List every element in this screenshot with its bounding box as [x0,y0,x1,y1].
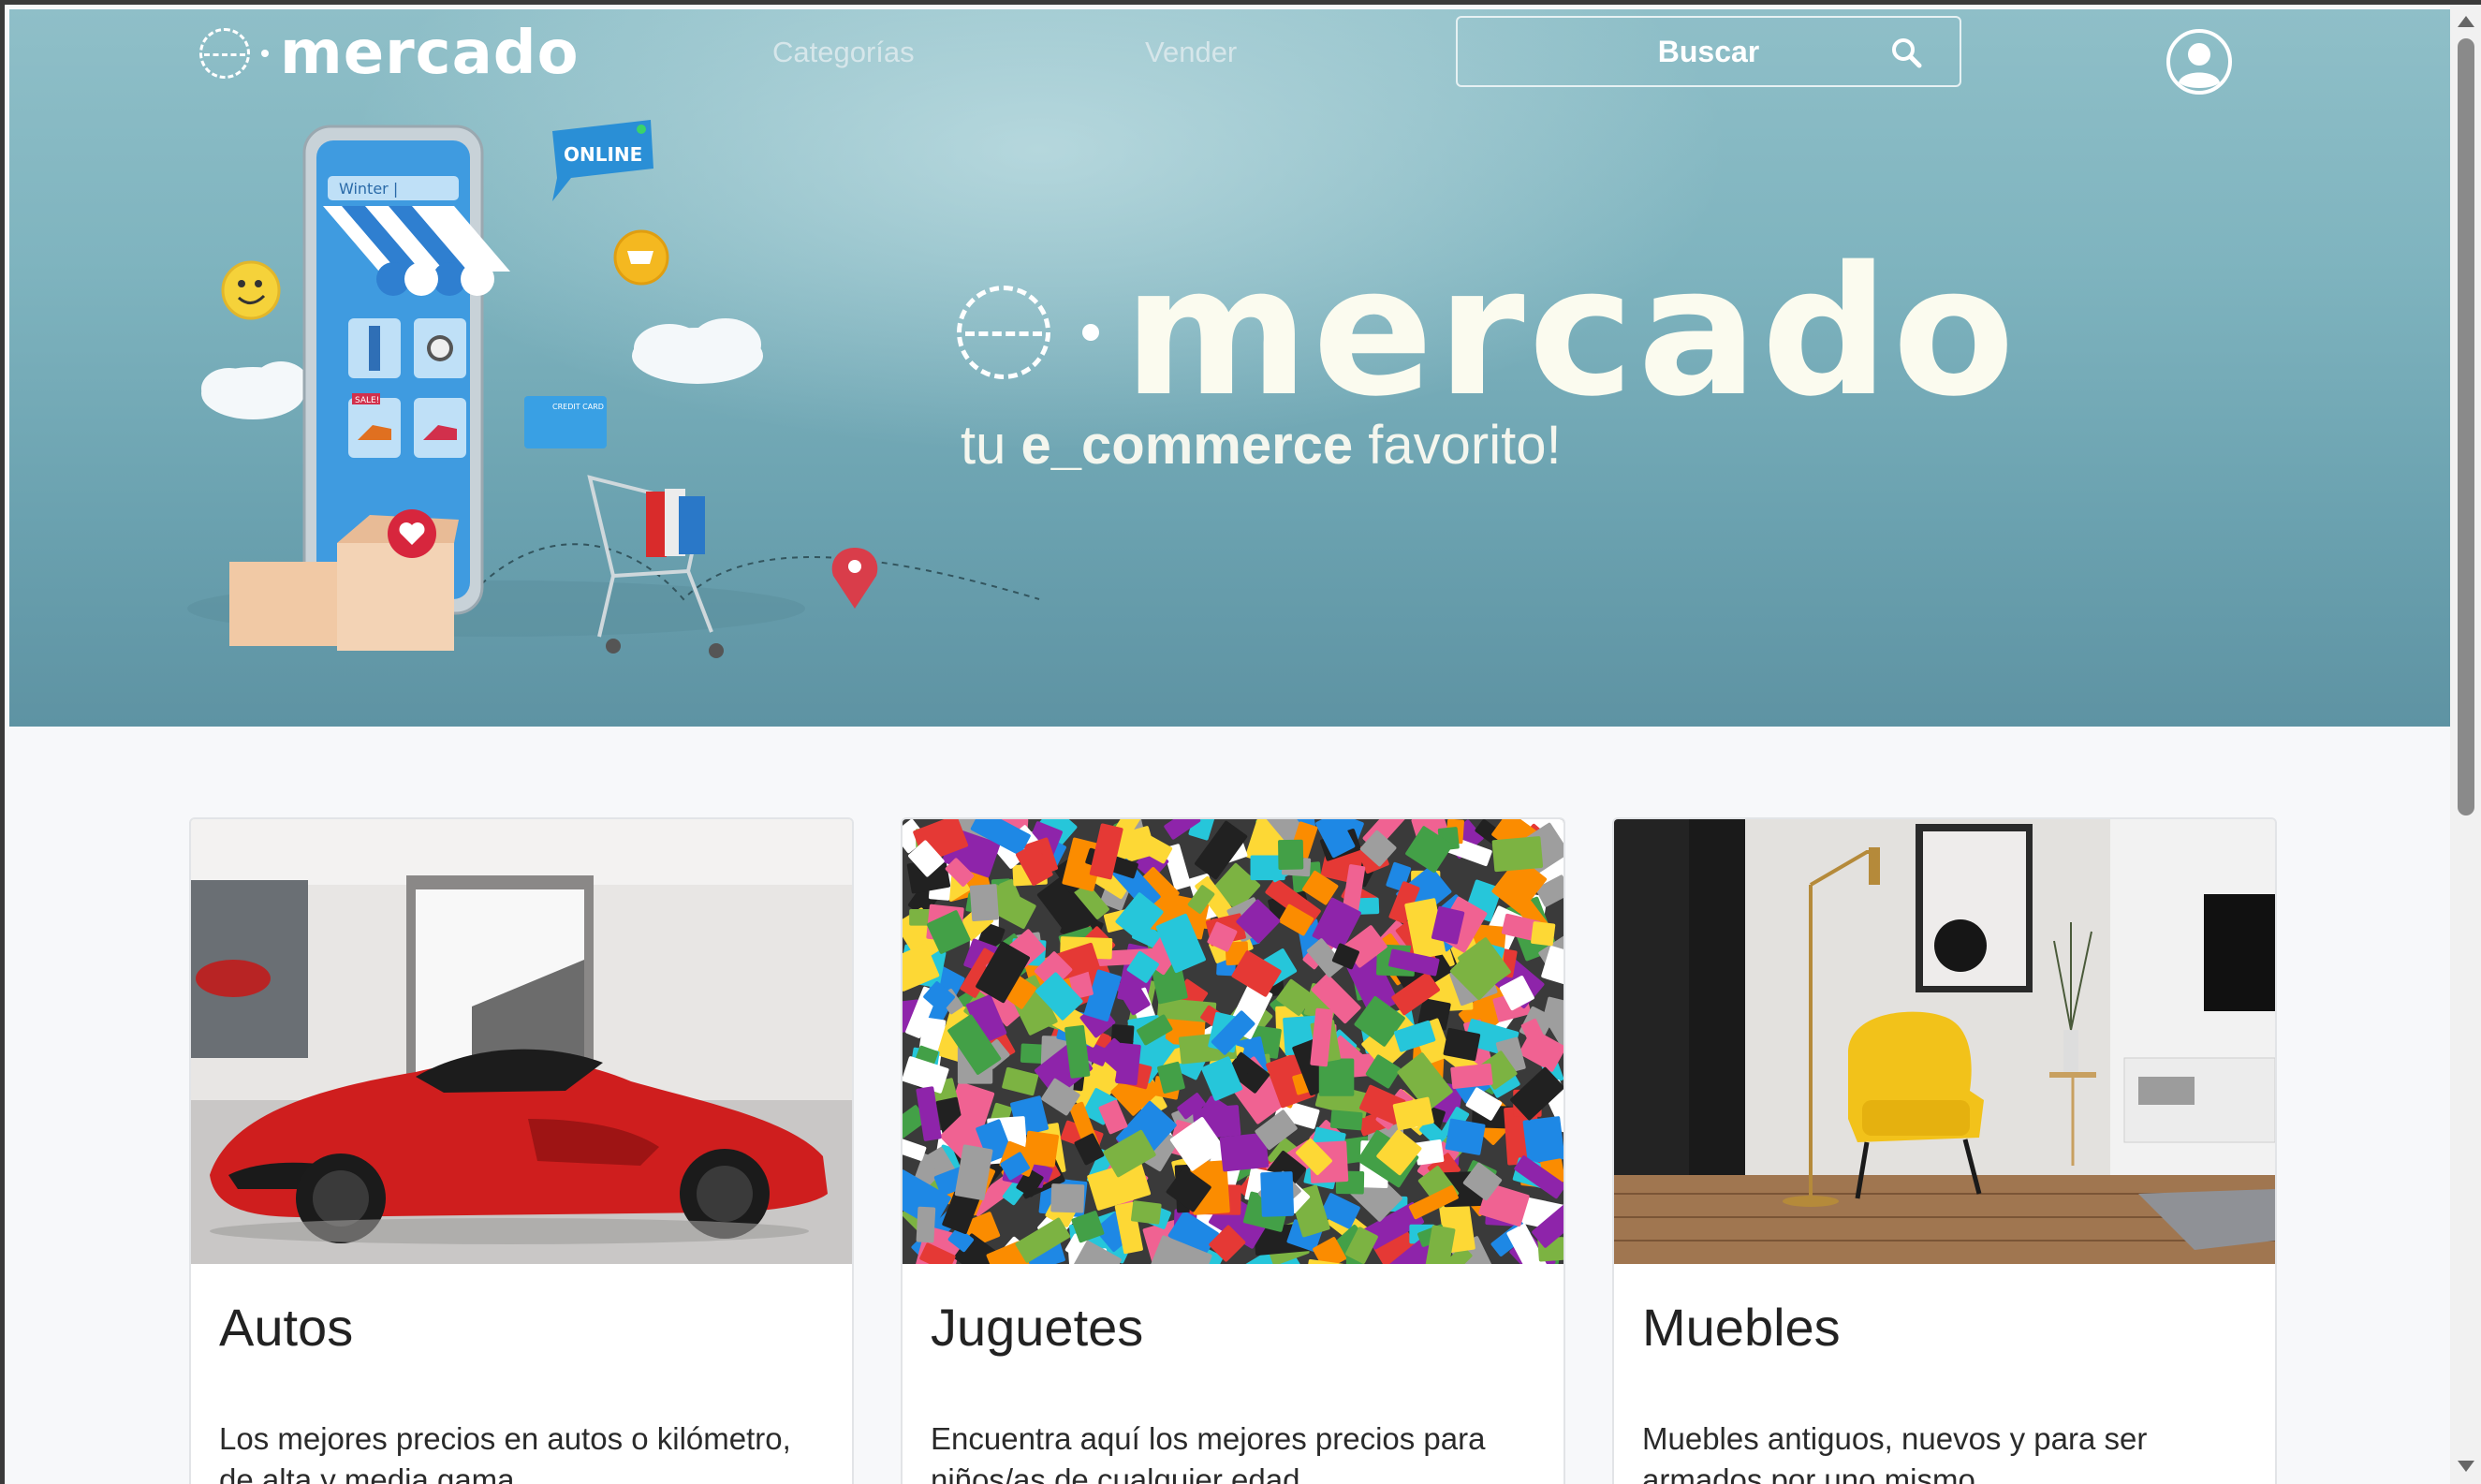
lego-brick [1450,1063,1493,1089]
nav-link-vender[interactable]: Vender [1145,36,1237,69]
lego-brick [1278,839,1304,870]
scroll-up-arrow-icon[interactable] [2458,16,2474,27]
scroll-down-arrow-icon[interactable] [2458,1461,2474,1472]
lego-brick [1445,1118,1486,1155]
card-title: Juguetes [931,1298,1144,1357]
vertical-scrollbar[interactable] [2450,5,2481,1484]
lego-brick [1531,921,1556,947]
user-circle-icon[interactable] [2165,28,2233,96]
lego-brick [1329,1109,1363,1131]
svg-text:ONLINE: ONLINE [564,143,642,166]
muebles-image [1614,819,2275,1264]
tagline-bold: e_commerce [1020,415,1354,476]
hero-brand-text: mercado [1123,228,2019,435]
hero-tagline: tu e_commerce favorito! [961,414,1562,477]
scrollbar-thumb[interactable] [2458,38,2474,815]
nav-link-categorias[interactable]: Categorías [772,36,915,69]
hero-logo-dot-icon [1082,324,1099,341]
autos-image [191,819,852,1264]
lego-brick [1115,1042,1141,1086]
nav-logo[interactable]: mercado [199,19,580,88]
search-button[interactable]: Buscar [1456,16,1961,87]
search-icon [1892,38,1922,68]
tagline-post: favorito! [1353,415,1562,476]
logo-circle-icon [199,28,250,79]
juguetes-image [903,819,1563,1264]
lego-brick [1130,1200,1162,1225]
card-title: Muebles [1642,1298,1841,1357]
search-button-label: Buscar [1657,34,1760,68]
nav-logo-text: mercado [280,19,580,88]
hero-brand: mercado [957,243,2019,421]
lego-brick [969,884,999,922]
logo-dot-icon [261,50,269,57]
lego-brick [1491,836,1544,873]
top-navbar: mercado Categorías Vender Buscar [9,9,2455,103]
ecommerce-illustration: Winter | SALE! ONLINE CREDIT CARD [187,120,1040,658]
hero-logo-circle-icon [957,286,1050,379]
tagline-pre: tu [961,415,1021,476]
lego-brick [1522,1116,1563,1164]
category-card-muebles[interactable]: Muebles Muebles antiguos, nuevos y para … [1612,817,2277,1484]
svg-text:CREDIT CARD: CREDIT CARD [552,403,604,411]
category-card-juguetes[interactable]: Juguetes Encuentra aquí los mejores prec… [901,817,1565,1484]
cloud-icon [632,318,763,384]
lego-brick [1050,1183,1085,1213]
browser-viewport: mercado Categorías Vender Buscar Winter … [0,0,2481,1484]
card-title: Autos [219,1298,354,1357]
card-text: Los mejores precios en autos o kilómetro… [219,1421,791,1484]
card-text: Encuentra aquí los mejores precios para … [931,1421,1486,1484]
lego-brick [1260,1171,1295,1217]
cloud-icon [201,361,309,419]
card-text: Muebles antiguos, nuevos y para ser arma… [1642,1421,2148,1484]
svg-text:SALE!: SALE! [355,396,379,405]
svg-text:Winter |: Winter | [339,180,398,198]
lego-brick [916,1206,936,1243]
category-card-autos[interactable]: Autos Los mejores precios en autos o kil… [189,817,854,1484]
hero-banner: mercado Categorías Vender Buscar Winter … [9,9,2455,727]
